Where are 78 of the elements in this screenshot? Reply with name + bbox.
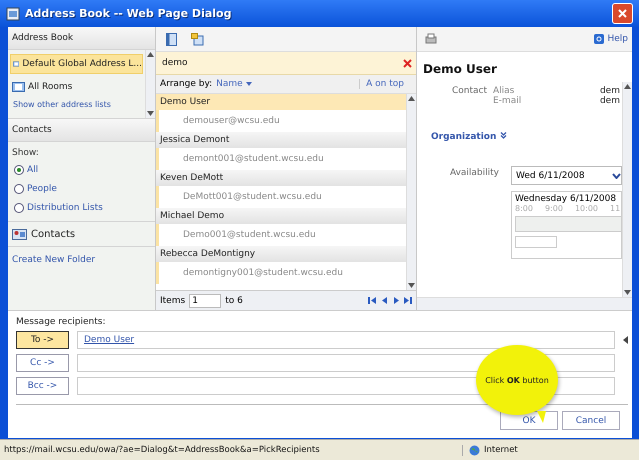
section-header: Address Book [8, 27, 155, 50]
globe-icon [469, 444, 480, 456]
address-book-icon[interactable] [166, 32, 177, 46]
field-value[interactable]: dem [539, 86, 622, 96]
recipient-type-button[interactable]: Cc -> [16, 354, 69, 372]
dropdown-arrow-icon [246, 82, 252, 86]
time-label: 8:00 [515, 204, 533, 213]
recipient-type-button[interactable]: Bcc -> [16, 377, 69, 395]
contacts-icon [12, 228, 27, 240]
arrange-label: Arrange by: [160, 79, 212, 89]
scroll-up-arrow-icon[interactable] [624, 84, 631, 89]
close-button[interactable] [612, 3, 633, 24]
contact-name[interactable]: Demo User [156, 94, 406, 110]
page-input[interactable]: 1 [189, 294, 222, 308]
scroll-down-arrow-icon[interactable] [408, 283, 415, 288]
contacts-folder[interactable]: Contacts [8, 221, 155, 247]
help-link[interactable]: Help [594, 34, 628, 44]
recipient-link[interactable]: Demo User [84, 335, 134, 345]
window-app-icon [6, 6, 20, 20]
show-lists-link[interactable]: Show other address lists [10, 100, 143, 109]
expand-chevron-icon [500, 132, 507, 139]
page-navigation-icon[interactable] [368, 296, 412, 305]
collapse-arrow-icon[interactable] [623, 336, 628, 344]
schedule-day: Wednesday 6/11/2008 [515, 194, 618, 204]
filter-radio[interactable]: Distribution Lists [8, 198, 155, 217]
section-header: Contacts [8, 119, 155, 142]
new-contact-icon[interactable] [191, 32, 204, 46]
contact-title: Demo User [422, 61, 498, 78]
scroll-up-arrow-icon[interactable] [147, 52, 154, 57]
dialog-button[interactable]: Cancel [562, 411, 620, 430]
sort-order-button[interactable]: A on top [359, 79, 412, 89]
create-folder-link[interactable]: Create New Folder [8, 247, 155, 273]
time-label: 11 [610, 204, 620, 213]
field-value[interactable]: dem [539, 96, 622, 106]
recipient-type-button[interactable]: To -> [16, 331, 69, 349]
contact-name[interactable]: Rebecca DeMontigny [156, 246, 406, 262]
filter-radio[interactable]: People [8, 179, 155, 198]
address-list-item[interactable]: All Rooms [10, 78, 143, 96]
print-icon[interactable] [425, 33, 437, 45]
security-zone: Internet [484, 445, 518, 455]
availability-label: Availability [448, 168, 499, 180]
field-label: E-mail [493, 96, 522, 106]
time-label: 9:00 [544, 204, 563, 213]
radio-button[interactable] [14, 184, 24, 194]
scrollbar[interactable] [406, 94, 416, 290]
scroll-down-arrow-icon[interactable] [624, 290, 631, 295]
window-title: Address Book -- Web Page Dialog [25, 7, 232, 20]
organization-toggle[interactable]: Organization [417, 106, 622, 142]
horizontal-scrollbar[interactable] [417, 297, 632, 310]
close-icon [617, 8, 628, 19]
status-url: https://mail.wcsu.edu/owa/?ae=Dialog&t=AddressBook&a=PickRecipients [3, 445, 321, 455]
scroll-down-arrow-icon[interactable] [147, 111, 154, 116]
scrollbar[interactable] [145, 50, 155, 118]
arrange-field-dropdown[interactable]: Name [216, 79, 356, 89]
horizontal-scrollbar[interactable] [515, 236, 557, 248]
contact-label: Contact [450, 86, 487, 98]
items-range: to 6 [225, 296, 243, 306]
recipient-field[interactable]: Demo User [77, 331, 615, 349]
radio-button[interactable] [14, 165, 24, 175]
scroll-up-arrow-icon[interactable] [408, 96, 415, 101]
recipients-label: Message recipients: [16, 317, 106, 327]
address-book-icon [12, 82, 25, 92]
filter-radio[interactable]: All [8, 160, 155, 179]
field-label: Alias [493, 86, 516, 96]
time-label: 10:00 [574, 204, 598, 213]
hint-text: Click OK button [485, 376, 549, 384]
contact-name[interactable]: Michael Demo [156, 208, 406, 224]
contact-name[interactable]: Keven DeMott [156, 170, 406, 186]
address-list-item[interactable]: Default Global Address L... [10, 54, 143, 74]
items-label: Items [160, 296, 186, 306]
radio-button[interactable] [14, 203, 24, 213]
date-dropdown[interactable]: Wed 6/11/2008 [511, 166, 622, 185]
address-book-icon [13, 59, 20, 69]
clear-search-icon[interactable] [403, 58, 412, 68]
contact-name[interactable]: Jessica Demont [156, 132, 406, 148]
show-label: Show: [11, 147, 40, 160]
scrollbar[interactable] [622, 82, 632, 297]
help-icon [594, 34, 604, 44]
